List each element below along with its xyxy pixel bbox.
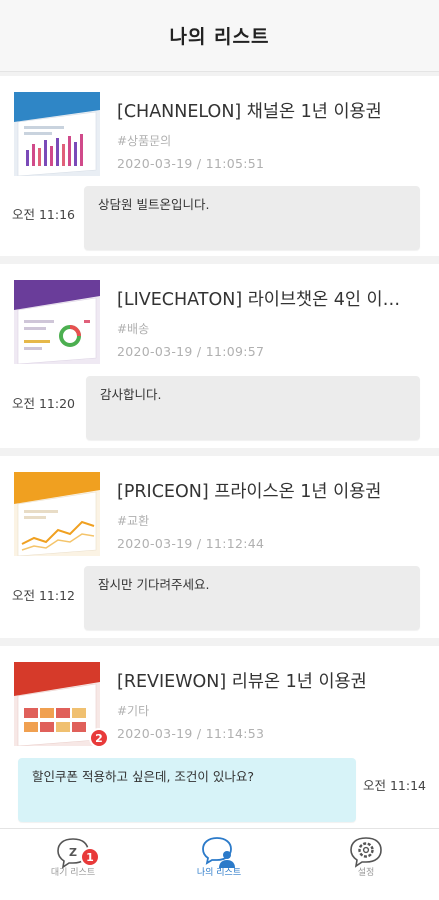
- inquiry-tag: #배송: [117, 322, 150, 336]
- tab-label: 대기 리스트: [50, 868, 96, 878]
- message-time: 오전 11:16: [12, 207, 75, 222]
- message-time: 오전 11:20: [12, 396, 75, 411]
- message-time: 오전 11:14: [363, 778, 426, 793]
- my-message-bubble: 할인쿠폰 적용하고 싶은데, 조건이 있나요?: [18, 758, 356, 822]
- product-thumbnail: [14, 472, 100, 556]
- message-bubble: 잠시만 기다려주세요.: [84, 566, 420, 630]
- inquiry-datetime: 2020-03-19 / 11:05:51: [117, 156, 265, 171]
- product-thumbnail: [14, 662, 100, 746]
- tab-label: 나의 리스트: [196, 868, 242, 878]
- product-title: [PRICEON] 프라이스온 1년 이용권: [117, 482, 382, 502]
- product-title: [CHANNELON] 채널온 1년 이용권: [117, 102, 382, 122]
- product-title: [REVIEWON] 리뷰온 1년 이용권: [117, 672, 367, 692]
- list-item[interactable]: [LIVECHATON] 라이브챗온 4인 이… #배송 2020-03-19 …: [0, 264, 439, 448]
- message-bubble: 상담원 빌트온입니다.: [84, 186, 420, 250]
- inquiry-tag: #기타: [117, 704, 150, 718]
- inquiry-tag: #교환: [117, 514, 150, 528]
- unread-badge: 2: [89, 728, 109, 748]
- inquiry-datetime: 2020-03-19 / 11:09:57: [117, 344, 265, 359]
- tab-waiting-list[interactable]: Z 1 대기 리스트: [0, 829, 146, 900]
- inquiry-tag: #상품문의: [117, 134, 172, 148]
- inquiry-datetime: 2020-03-19 / 11:14:53: [117, 726, 265, 741]
- product-thumbnail: [14, 280, 100, 364]
- tab-settings[interactable]: 설정: [293, 829, 439, 900]
- page-title: 나의 리스트: [169, 26, 270, 48]
- tab-label: 설정: [357, 868, 375, 878]
- svg-text:Z: Z: [69, 846, 77, 859]
- list-item[interactable]: [CHANNELON] 채널온 1년 이용권 #상품문의 2020-03-19 …: [0, 76, 439, 256]
- waiting-count-badge: 1: [80, 847, 100, 867]
- bottom-tab-bar: Z 1 대기 리스트 나의 리스트 설정: [0, 828, 439, 900]
- product-title: [LIVECHATON] 라이브챗온 4인 이…: [117, 290, 401, 310]
- product-thumbnail: [14, 92, 100, 176]
- list-item[interactable]: [PRICEON] 프라이스온 1년 이용권 #교환 2020-03-19 / …: [0, 456, 439, 638]
- tab-my-list[interactable]: 나의 리스트: [146, 829, 292, 900]
- inquiry-datetime: 2020-03-19 / 11:12:44: [117, 536, 265, 551]
- list-item[interactable]: 2 [REVIEWON] 리뷰온 1년 이용권 #기타 2020-03-19 /…: [0, 646, 439, 828]
- app-header: 나의 리스트: [0, 0, 439, 72]
- message-bubble: 감사합니다.: [86, 376, 420, 440]
- message-time: 오전 11:12: [12, 588, 75, 603]
